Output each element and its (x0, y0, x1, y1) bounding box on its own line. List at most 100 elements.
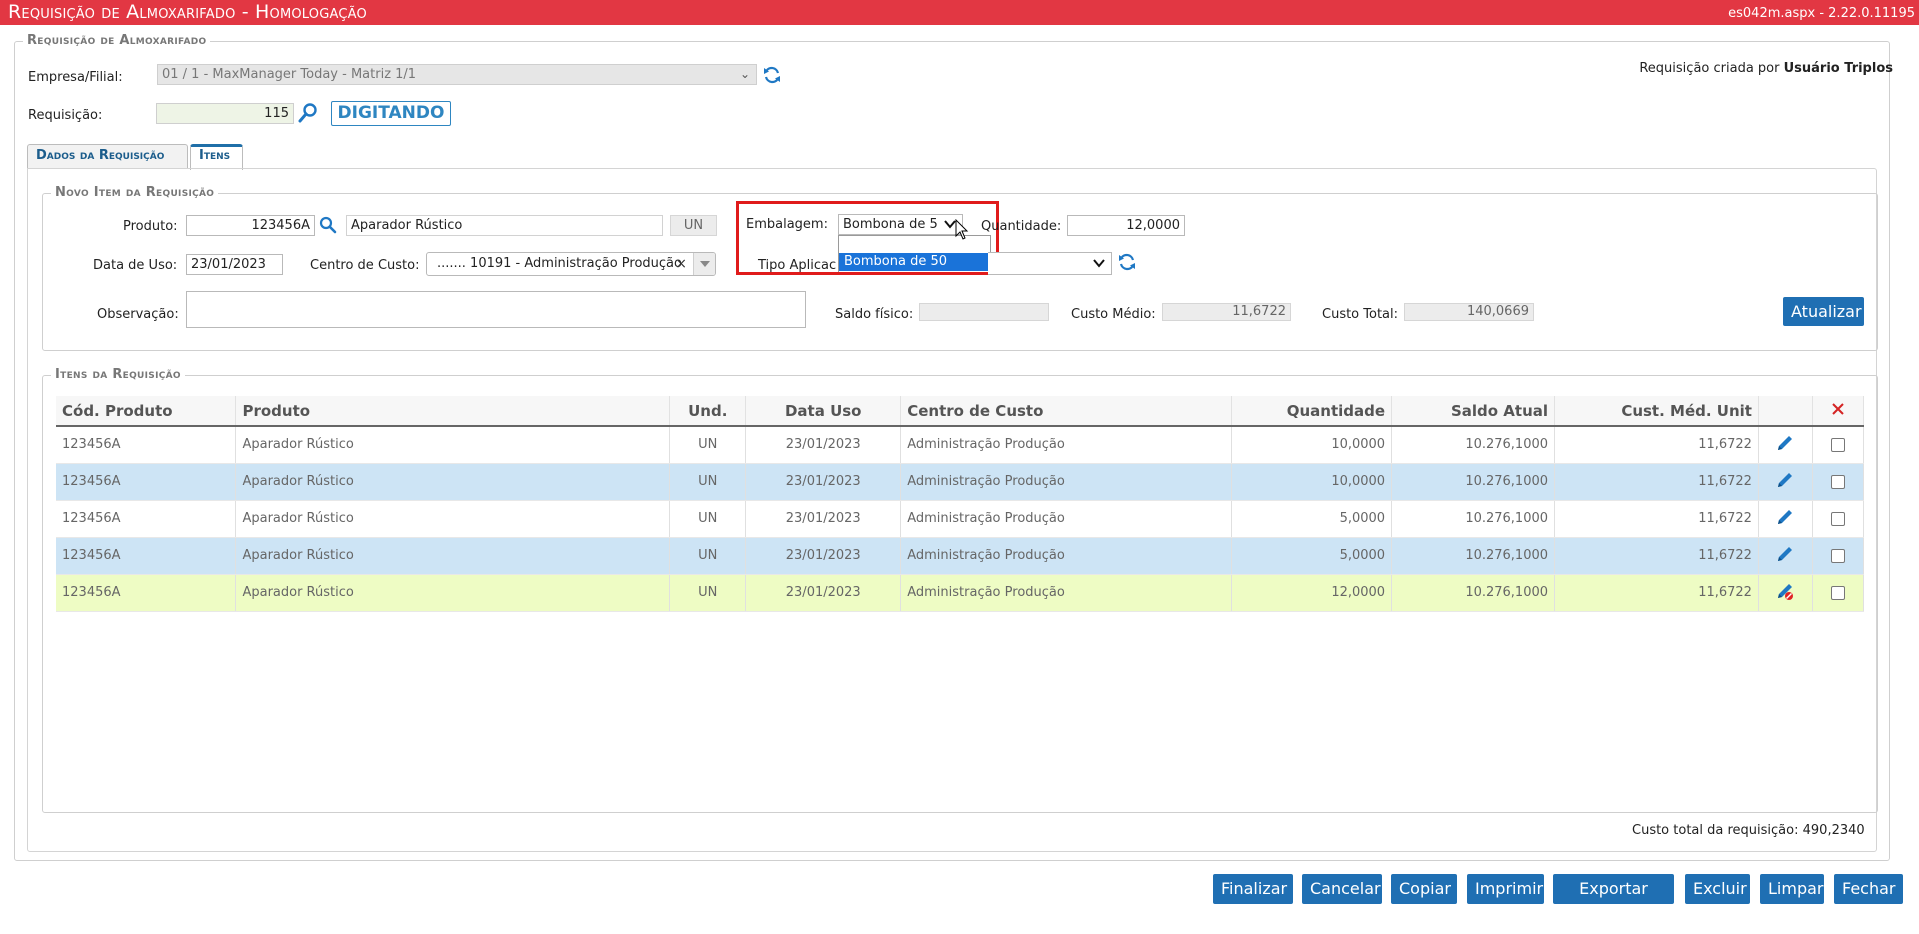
cell-centro-custo: Administração Produção (900, 537, 1233, 575)
version-label: es042m.aspx - 2.22.0.11195 (1728, 6, 1915, 21)
cell-edit (1758, 500, 1813, 538)
table-row[interactable]: 123456A Aparador Rústico UN 23/01/2023 Admin… (56, 574, 1865, 612)
cell-saldo-atual: 10.276,1000 (1391, 574, 1556, 612)
tab-dados-requisicao[interactable]: Dados da Requisição (27, 144, 188, 169)
cell-quantidade: 10,0000 (1231, 463, 1393, 501)
requisicao-input[interactable]: 115 (156, 103, 294, 124)
search-icon[interactable] (297, 102, 319, 124)
cell-data-uso: 23/01/2023 (745, 574, 902, 612)
data-uso-label: Data de Uso: (93, 258, 178, 273)
cell-custo-medio: 11,6722 (1554, 537, 1759, 575)
custo-total-field: 140,0669 (1404, 303, 1534, 321)
atualizar-button[interactable]: Atualizar (1783, 297, 1864, 326)
quantidade-input[interactable]: 12,0000 (1067, 215, 1185, 236)
custo-total-label: Custo Total: (1322, 307, 1399, 322)
finalizar-button[interactable]: Finalizar (1213, 874, 1293, 904)
imprimir-button[interactable]: Imprimir (1467, 874, 1544, 904)
table-row[interactable]: 123456A Aparador Rústico UN 23/01/2023 Admin… (56, 463, 1865, 501)
criada-por-prefix: Requisição criada por (1639, 61, 1780, 76)
centro-custo-label: Centro de Custo: (310, 258, 420, 273)
empresa-label: Empresa/Filial: (28, 70, 123, 85)
cancelar-button[interactable]: Cancelar (1302, 874, 1382, 904)
cell-select (1812, 537, 1865, 575)
cell-produto: Aparador Rústico (235, 463, 671, 501)
pencil-icon[interactable] (1775, 470, 1795, 490)
col-codigo[interactable]: Cód. Produto (56, 396, 237, 427)
close-icon[interactable] (1831, 402, 1845, 416)
table-header-row: Cód. Produto Produto Und. Data Uso Centr… (56, 396, 1865, 427)
cell-codigo: 123456A (56, 463, 237, 501)
fechar-button[interactable]: Fechar (1834, 874, 1903, 904)
status-badge: DIGITANDO (331, 101, 451, 126)
itens-table: Cód. Produto Produto Und. Data Uso Centr… (56, 396, 1865, 612)
pencil-icon[interactable] (1775, 507, 1795, 527)
col-edit (1758, 396, 1813, 427)
chevron-down-icon: ⌄ (739, 67, 750, 81)
custo-medio-label: Custo Médio: (1071, 307, 1156, 322)
cell-data-uso: 23/01/2023 (745, 463, 902, 501)
cell-quantidade: 5,0000 (1231, 500, 1393, 538)
tab-itens[interactable]: Itens (190, 144, 243, 170)
refresh-icon[interactable] (1117, 252, 1137, 272)
limpar-button[interactable]: Limpar (1760, 874, 1824, 904)
col-delete (1812, 396, 1865, 427)
saldo-fisico-field (919, 303, 1049, 321)
cell-edit (1758, 463, 1813, 501)
cell-produto: Aparador Rústico (235, 537, 671, 575)
cell-select (1812, 500, 1865, 538)
data-uso-input[interactable]: 23/01/2023 (186, 254, 283, 275)
cell-data-uso: 23/01/2023 (745, 426, 902, 464)
cell-quantidade: 5,0000 (1231, 537, 1393, 575)
requisicao-label: Requisição: (28, 108, 103, 123)
search-icon[interactable] (318, 215, 338, 235)
cell-produto: Aparador Rústico (235, 500, 671, 538)
cell-codigo: 123456A (56, 574, 237, 612)
observacao-label: Observação: (97, 307, 179, 322)
clear-icon[interactable]: × (675, 253, 687, 275)
centro-custo-select[interactable]: ....... 10191 - Administração Produção × (426, 252, 716, 276)
excluir-button[interactable]: Excluir (1685, 874, 1750, 904)
row-checkbox[interactable] (1830, 511, 1845, 526)
col-centro-custo[interactable]: Centro de Custo (900, 396, 1233, 427)
col-und[interactable]: Und. (669, 396, 747, 427)
table-row[interactable]: 123456A Aparador Rústico UN 23/01/2023 Admin… (56, 537, 1865, 575)
col-custo-medio[interactable]: Cust. Méd. Unit (1554, 396, 1759, 427)
exportar-excel-button[interactable]: Exportar Excel (1553, 874, 1674, 928)
pencil-icon[interactable] (1775, 433, 1795, 453)
cell-select (1812, 426, 1865, 464)
row-checkbox[interactable] (1830, 585, 1845, 600)
refresh-icon[interactable] (762, 65, 782, 85)
requisicao-legend: Requisição de Almoxarifado (23, 33, 211, 48)
cell-centro-custo: Administração Produção (900, 500, 1233, 538)
row-checkbox[interactable] (1830, 474, 1845, 489)
cell-edit (1758, 537, 1813, 575)
copiar-button[interactable]: Copiar (1391, 874, 1457, 904)
cell-produto: Aparador Rústico (235, 426, 671, 464)
table-row[interactable]: 123456A Aparador Rústico UN 23/01/2023 Admin… (56, 500, 1865, 538)
col-quantidade[interactable]: Quantidade (1231, 396, 1393, 427)
col-produto[interactable]: Produto (235, 396, 671, 427)
col-saldo-atual[interactable]: Saldo Atual (1391, 396, 1556, 427)
cell-codigo: 123456A (56, 500, 237, 538)
tipo-aplicacao-select[interactable] (988, 252, 1112, 275)
cell-custo-medio: 11,6722 (1554, 426, 1759, 464)
col-data-uso[interactable]: Data Uso (745, 396, 902, 427)
edit-disabled-icon[interactable] (1775, 581, 1795, 601)
produto-codigo-input[interactable]: 123456A (186, 215, 315, 236)
dropdown-toggle[interactable] (693, 253, 715, 275)
observacao-input[interactable] (186, 291, 806, 328)
cell-und: UN (669, 500, 747, 538)
produto-label: Produto: (123, 219, 178, 234)
row-checkbox[interactable] (1830, 548, 1845, 563)
custo-medio-field: 11,6722 (1162, 303, 1291, 321)
caret-down-icon (700, 261, 710, 267)
produto-nome-input[interactable]: Aparador Rústico (346, 215, 663, 236)
empresa-select[interactable]: 01 / 1 - MaxManager Today - Matriz 1/1 ⌄ (157, 64, 757, 85)
row-checkbox[interactable] (1830, 437, 1845, 452)
cell-centro-custo: Administração Produção (900, 463, 1233, 501)
novo-item-legend: Novo Item da Requisição (51, 185, 219, 200)
pencil-icon[interactable] (1775, 544, 1795, 564)
custo-total-requisicao: Custo total da requisição: 490,2340 (1632, 823, 1865, 838)
table-row[interactable]: 123456A Aparador Rústico UN 23/01/2023 Admin… (56, 426, 1865, 464)
cell-quantidade: 10,0000 (1231, 426, 1393, 464)
